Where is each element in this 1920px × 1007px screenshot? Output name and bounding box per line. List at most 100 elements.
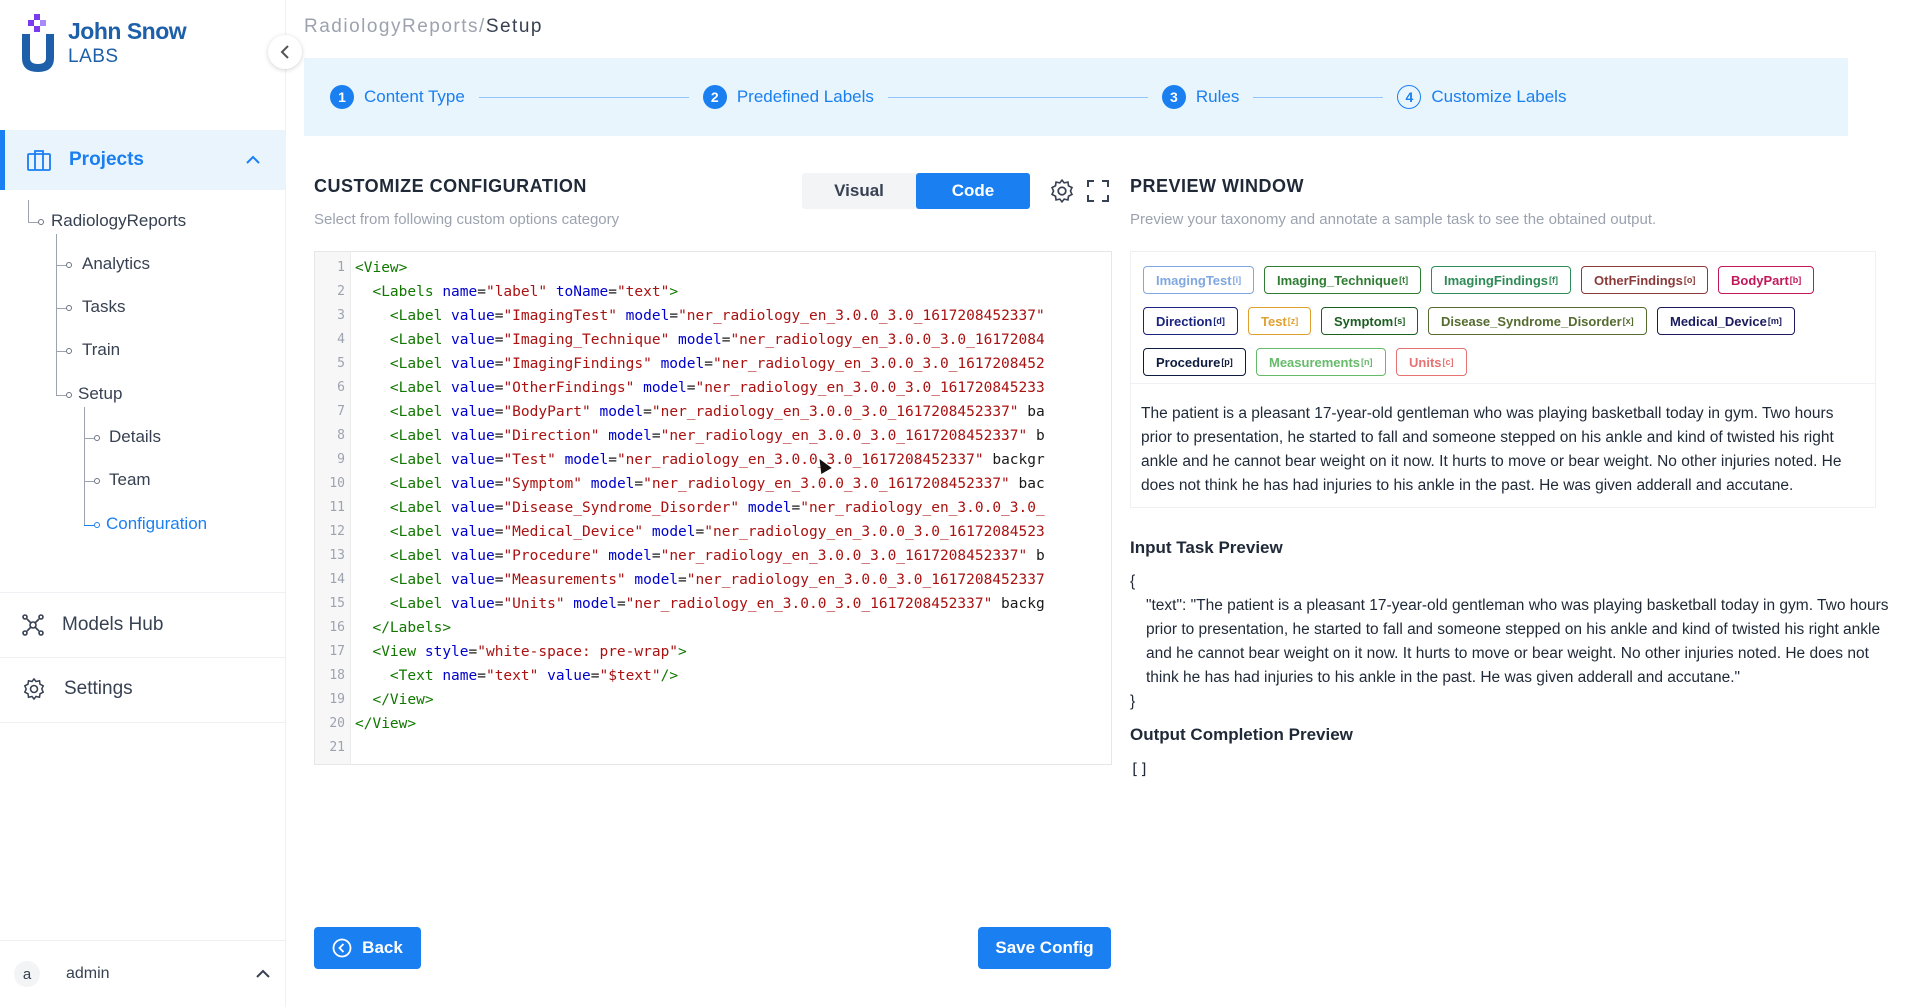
breadcrumb-project[interactable]: RadiologyReports (304, 16, 479, 37)
code-editor[interactable]: 1 <View> 2 <Labels name="label" toName="te… (314, 251, 1112, 765)
nav-models-hub[interactable]: Models Hub (22, 614, 163, 636)
code-line[interactable]: 20 </View> (315, 712, 1111, 736)
code-line[interactable]: 11 <Label value="Disease_Syndrome_Disord… (315, 496, 1111, 520)
back-button-label: Back (362, 938, 403, 957)
label-chip[interactable]: Measurements [n] (1256, 348, 1386, 376)
code-line[interactable]: 9 <Label value="Test" model="ner_radiolo… (315, 448, 1111, 472)
tree-item-setup[interactable]: Setup (78, 384, 122, 404)
step-content-type[interactable]: 1 Content Type (330, 85, 465, 109)
circle-arrow-left-icon (332, 938, 352, 958)
config-subtitle: Select from following custom options cat… (314, 211, 620, 228)
line-number: 2 (337, 284, 345, 299)
code-line[interactable]: 12 <Label value="Medical_Device" model="… (315, 520, 1111, 544)
step-customize-labels[interactable]: 4 Customize Labels (1397, 85, 1566, 109)
label-chip-text: OtherFindings (1594, 272, 1683, 288)
collapse-sidebar-button[interactable] (268, 35, 302, 69)
code-toggle-button[interactable]: Code (916, 173, 1030, 209)
label-chip-hotkey: [x] (1622, 316, 1634, 326)
nav-settings-label: Settings (64, 678, 133, 699)
visual-toggle-button[interactable]: Visual (802, 173, 916, 209)
code-line[interactable]: 10 <Label value="Symptom" model="ner_rad… (315, 472, 1111, 496)
label-chip-hotkey: [i] (1232, 275, 1242, 285)
label-chip-hotkey: [f] (1549, 275, 1558, 285)
step-label: Content Type (364, 87, 465, 106)
label-chip[interactable]: Symptom [s] (1321, 307, 1419, 335)
code-line[interactable]: 14 <Label value="Measurements" model="ne… (315, 568, 1111, 592)
code-line[interactable]: 5 <Label value="ImagingFindings" model="… (315, 352, 1111, 376)
code-text: <Text name="text" value="$text"/> (389, 668, 679, 684)
code-line[interactable]: 1 <View> (315, 256, 1111, 280)
code-line[interactable]: 2 <Labels name="label" toName="text"> (315, 280, 1111, 304)
setup-stepper: 1 Content Type 2 Predefined Labels 3 Rul… (304, 58, 1848, 136)
label-chip-hotkey: [o] (1683, 275, 1696, 285)
code-line[interactable]: 19 </View> (315, 688, 1111, 712)
code-line[interactable]: 3 <Label value="ImagingTest" model="ner_… (315, 304, 1111, 328)
code-line[interactable]: 7 <Label value="BodyPart" model="ner_rad… (315, 400, 1111, 424)
label-chip-hotkey: [m] (1767, 316, 1782, 326)
save-config-button[interactable]: Save Config (978, 927, 1111, 969)
tree-item-details[interactable]: Details (109, 427, 161, 447)
label-chip[interactable]: Units [c] (1396, 348, 1467, 376)
chevron-left-icon (280, 45, 289, 59)
preview-title: PREVIEW WINDOW (1130, 176, 1304, 196)
label-chip[interactable]: Disease_Syndrome_Disorder [x] (1428, 307, 1647, 335)
code-line[interactable]: 6 <Label value="OtherFindings" model="ne… (315, 376, 1111, 400)
input-task-preview-title: Input Task Preview (1130, 538, 1283, 557)
tree-item-configuration[interactable]: Configuration (106, 514, 207, 534)
code-line[interactable]: 8 <Label value="Direction" model="ner_ra… (315, 424, 1111, 448)
nav-projects[interactable]: Projects (0, 130, 286, 190)
step-predefined-labels[interactable]: 2 Predefined Labels (702, 85, 874, 109)
models-hub-icon (22, 614, 44, 636)
code-text: <Label value="Medical_Device" model="ner… (389, 524, 1045, 540)
line-number: 6 (337, 380, 345, 395)
tree-item-train[interactable]: Train (82, 340, 120, 360)
tree-item-team[interactable]: Team (109, 470, 151, 490)
code-line[interactable]: 21 (315, 736, 1111, 760)
config-title: CUSTOMIZE CONFIGURATION (314, 176, 587, 196)
settings-gear-icon[interactable] (1048, 177, 1076, 205)
line-number: 12 (329, 524, 345, 539)
label-chip[interactable]: ImagingFindings [f] (1431, 266, 1571, 294)
brand-logo[interactable]: John Snow LABS (20, 14, 187, 72)
code-text: <Label value="OtherFindings" model="ner_… (389, 380, 1045, 396)
label-chip-hotkey: [d] (1213, 316, 1225, 326)
label-chip[interactable]: Direction [d] (1143, 307, 1238, 335)
code-text: <Label value="Test" model="ner_radiology… (389, 452, 1045, 468)
label-chip[interactable]: Medical_Device [m] (1657, 307, 1795, 335)
fullscreen-icon[interactable] (1084, 177, 1112, 205)
code-line[interactable]: 18 <Text name="text" value="$text"/> (315, 664, 1111, 688)
step-number: 2 (702, 85, 727, 109)
label-chip[interactable]: OtherFindings [o] (1581, 266, 1709, 294)
step-rules[interactable]: 3 Rules (1161, 85, 1240, 109)
user-name: admin (66, 965, 110, 982)
code-text: <Label value="Direction" model="ner_radi… (389, 428, 1045, 444)
label-chip[interactable]: Procedure [p] (1143, 348, 1246, 376)
label-chip[interactable]: Test [z] (1248, 307, 1312, 335)
code-line[interactable]: 15 <Label value="Units" model="ner_radio… (315, 592, 1111, 616)
line-number: 18 (329, 668, 345, 683)
code-line[interactable]: 4 <Label value="Imaging_Technique" model… (315, 328, 1111, 352)
tree-item-analytics[interactable]: Analytics (82, 254, 150, 274)
tree-item-project[interactable]: RadiologyReports (51, 211, 186, 231)
sample-task-text[interactable]: The patient is a pleasant 17-year-old ge… (1130, 384, 1876, 508)
code-line[interactable]: 16 </Labels> (315, 616, 1111, 640)
chevron-up-icon[interactable] (256, 966, 270, 982)
user-menu[interactable]: a admin (0, 940, 286, 1007)
nav-settings[interactable]: Settings (22, 677, 133, 701)
label-chip[interactable]: Imaging_Technique [t] (1264, 266, 1422, 294)
code-text: <Labels name="label" toName="text"> (372, 284, 679, 300)
label-chip[interactable]: BodyPart [b] (1718, 266, 1815, 294)
chevron-up-icon[interactable] (246, 152, 260, 168)
code-line[interactable]: 13 <Label value="Procedure" model="ner_r… (315, 544, 1111, 568)
label-chip-text: Measurements (1269, 354, 1361, 370)
code-line[interactable]: 17 <View style="white-space: pre-wrap"> (315, 640, 1111, 664)
tree-item-tasks[interactable]: Tasks (82, 297, 125, 317)
label-chip-hotkey: [p] (1221, 357, 1233, 367)
back-button[interactable]: Back (314, 927, 421, 969)
line-number: 9 (337, 452, 345, 467)
label-chip-text: ImagingTest (1156, 272, 1232, 288)
line-number: 7 (337, 404, 345, 419)
step-label: Rules (1195, 87, 1240, 106)
input-json-open: { (1130, 573, 1136, 590)
label-chip[interactable]: ImagingTest [i] (1143, 266, 1255, 294)
